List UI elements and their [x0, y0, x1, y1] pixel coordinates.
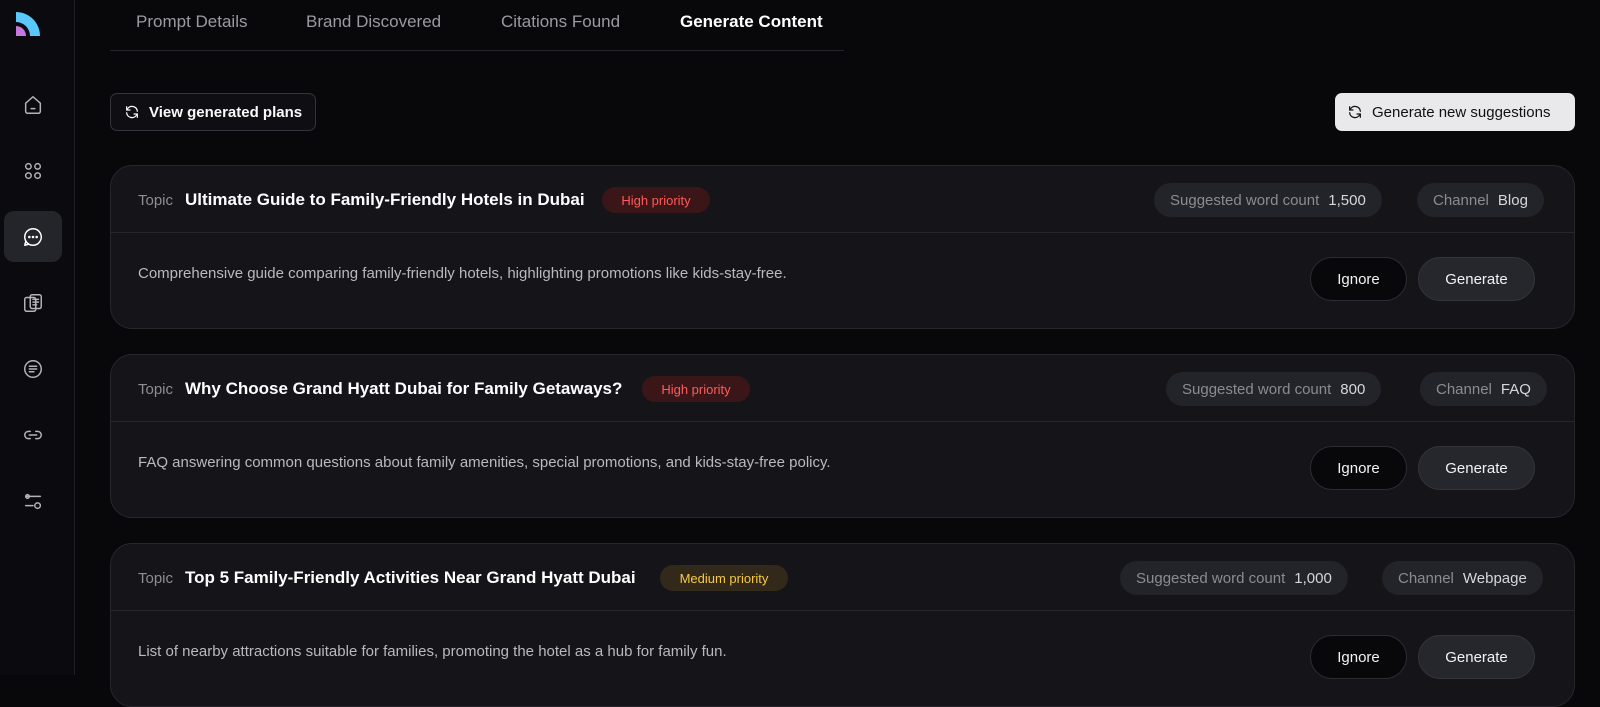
nav-settings[interactable] — [4, 475, 62, 526]
tab-citations-found[interactable]: Citations Found — [501, 12, 620, 32]
refresh-icon — [124, 104, 140, 120]
nav-chat[interactable] — [4, 211, 62, 262]
topic-title: Ultimate Guide to Family-Friendly Hotels… — [185, 190, 585, 210]
tab-brand-discovered[interactable]: Brand Discovered — [306, 12, 441, 32]
nav-notes[interactable] — [4, 343, 62, 394]
generate-button[interactable]: Generate — [1418, 257, 1535, 301]
link-icon — [22, 424, 44, 446]
priority-badge: High priority — [602, 187, 710, 213]
word-count-value: 800 — [1340, 381, 1365, 398]
channel-label: Channel — [1433, 192, 1489, 209]
settings-icon — [22, 490, 44, 512]
nav-links[interactable] — [4, 409, 62, 460]
channel-pill: Channel Webpage — [1382, 561, 1543, 595]
refresh-icon — [1347, 104, 1363, 120]
generate-button[interactable]: Generate — [1418, 446, 1535, 490]
word-count-pill: Suggested word count 1,000 — [1120, 561, 1348, 595]
topic-title: Why Choose Grand Hyatt Dubai for Family … — [185, 379, 622, 399]
ignore-button[interactable]: Ignore — [1310, 257, 1407, 301]
topic-title: Top 5 Family-Friendly Activities Near Gr… — [185, 568, 636, 588]
nav-grid[interactable] — [4, 145, 62, 196]
word-count-label: Suggested word count — [1182, 381, 1331, 398]
tab-bar: Prompt Details Brand Discovered Citation… — [110, 0, 844, 51]
chat-icon — [22, 226, 44, 248]
card-header: Topic Why Choose Grand Hyatt Dubai for F… — [111, 355, 1574, 422]
generate-button[interactable]: Generate — [1418, 635, 1535, 679]
priority-badge: High priority — [642, 376, 750, 402]
tab-generate-content[interactable]: Generate Content — [680, 12, 823, 32]
home-icon — [22, 94, 44, 116]
tab-prompt-details[interactable]: Prompt Details — [136, 12, 247, 32]
brand-logo[interactable] — [16, 12, 40, 36]
channel-pill: Channel Blog — [1417, 183, 1544, 217]
card-header: Topic Top 5 Family-Friendly Activities N… — [111, 544, 1574, 611]
suggestion-card: Topic Why Choose Grand Hyatt Dubai for F… — [110, 354, 1575, 518]
word-count-pill: Suggested word count 1,500 — [1154, 183, 1382, 217]
grid-icon — [22, 160, 44, 182]
generate-new-suggestions-button[interactable]: Generate new suggestions — [1335, 93, 1575, 131]
priority-badge: Medium priority — [660, 565, 788, 591]
topic-label: Topic — [138, 192, 173, 209]
generate-new-suggestions-label: Generate new suggestions — [1372, 104, 1550, 121]
word-count-label: Suggested word count — [1136, 570, 1285, 587]
suggestion-card: Topic Top 5 Family-Friendly Activities N… — [110, 543, 1575, 707]
topic-description: List of nearby attractions suitable for … — [138, 643, 727, 660]
channel-label: Channel — [1398, 570, 1454, 587]
channel-value: FAQ — [1501, 381, 1531, 398]
channel-value: Blog — [1498, 192, 1528, 209]
topic-label: Topic — [138, 570, 173, 587]
ignore-button[interactable]: Ignore — [1310, 635, 1407, 679]
suggestion-card: Topic Ultimate Guide to Family-Friendly … — [110, 165, 1575, 329]
nav-documents[interactable] — [4, 277, 62, 328]
word-count-pill: Suggested word count 800 — [1166, 372, 1381, 406]
topic-description: Comprehensive guide comparing family-fri… — [138, 265, 787, 282]
topic-label: Topic — [138, 381, 173, 398]
nav-home[interactable] — [4, 79, 62, 130]
ignore-button[interactable]: Ignore — [1310, 446, 1407, 490]
channel-value: Webpage — [1463, 570, 1527, 587]
word-count-label: Suggested word count — [1170, 192, 1319, 209]
channel-label: Channel — [1436, 381, 1492, 398]
view-generated-plans-button[interactable]: View generated plans — [110, 93, 316, 131]
card-header: Topic Ultimate Guide to Family-Friendly … — [111, 166, 1574, 233]
sidebar — [0, 0, 75, 675]
topic-description: FAQ answering common questions about fam… — [138, 454, 831, 471]
word-count-value: 1,000 — [1294, 570, 1332, 587]
word-count-value: 1,500 — [1328, 192, 1366, 209]
documents-icon — [22, 292, 44, 314]
channel-pill: Channel FAQ — [1420, 372, 1547, 406]
view-generated-plans-label: View generated plans — [149, 104, 302, 121]
notes-icon — [22, 358, 44, 380]
